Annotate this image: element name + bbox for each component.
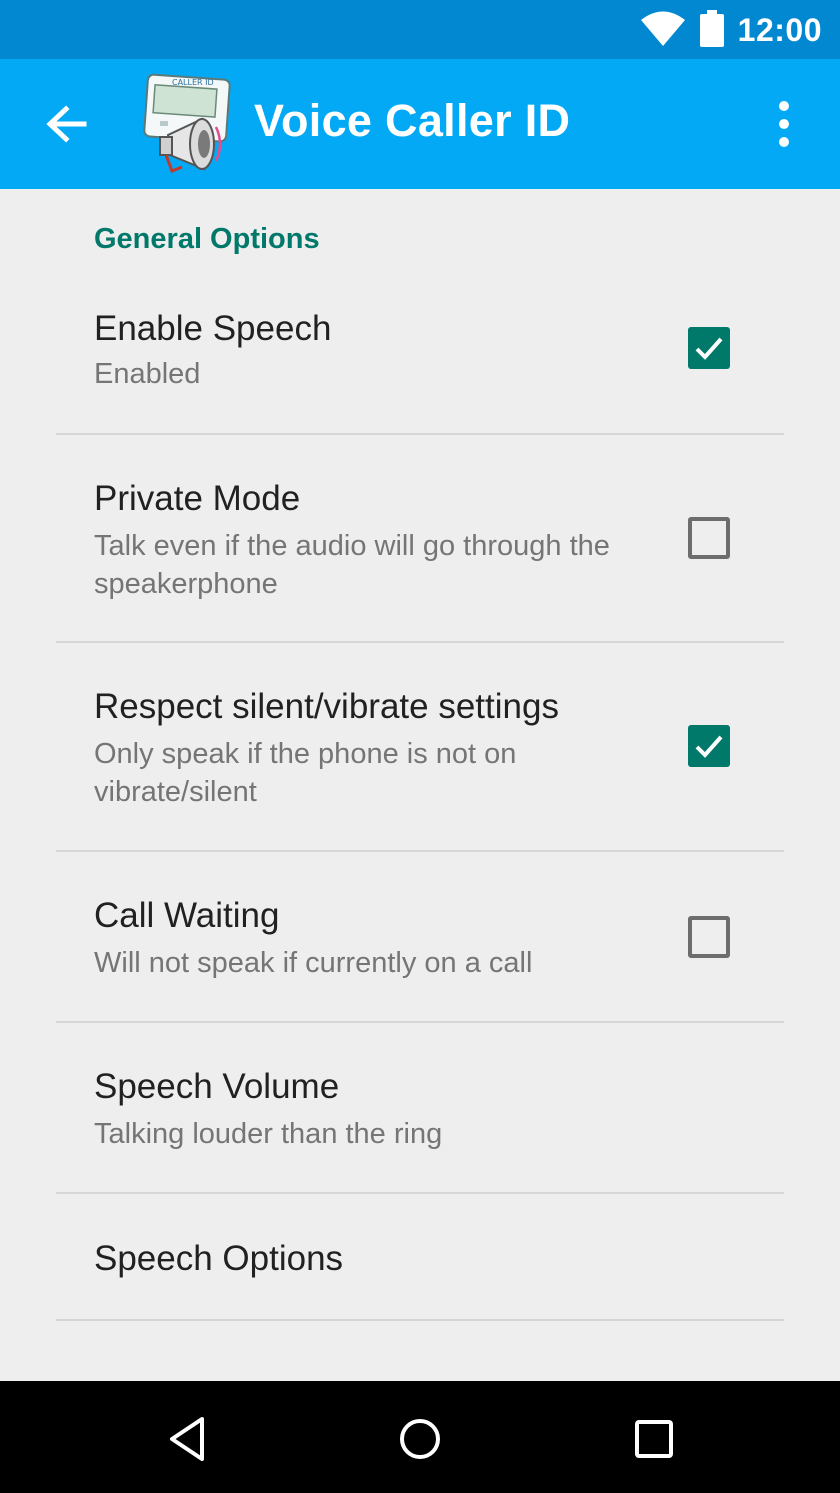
pref-summary: Talk even if the audio will go through t… (94, 530, 610, 600)
more-vert-icon[interactable] (760, 93, 808, 157)
section-header: General Options (94, 223, 320, 255)
pref-title: Enable Speech (94, 309, 332, 348)
recents-square-icon[interactable] (624, 1409, 684, 1469)
pref-title: Private Mode (94, 479, 301, 518)
pref-speech-volume[interactable]: Speech Volume Talking louder than the ri… (56, 1023, 784, 1194)
navigation-bar (0, 1381, 840, 1493)
pref-enable-speech[interactable]: Enable Speech Enabled (56, 273, 784, 435)
app-title: Voice Caller ID (254, 95, 571, 146)
pref-summary: Enabled (94, 358, 201, 390)
app-bar: CALLER ID Voice Caller ID (0, 59, 840, 189)
status-bar: 12:00 (0, 0, 840, 59)
enable-speech-checkbox[interactable] (688, 327, 730, 369)
pref-summary: Only speak if the phone is not on vibrat… (94, 738, 517, 808)
respect-silent-checkbox[interactable] (688, 725, 730, 767)
pref-call-waiting[interactable]: Call Waiting Will not speak if currently… (56, 852, 784, 1023)
home-circle-icon[interactable] (390, 1409, 450, 1469)
app-logo: CALLER ID (143, 73, 231, 173)
back-arrow-icon[interactable] (32, 89, 102, 159)
pref-title: Speech Options (94, 1239, 344, 1278)
pref-title: Respect silent/vibrate settings (94, 687, 559, 726)
pref-summary: Will not speak if currently on a call (94, 947, 533, 979)
back-triangle-icon[interactable] (158, 1409, 218, 1469)
svg-text:CALLER ID: CALLER ID (172, 78, 214, 87)
private-mode-checkbox[interactable] (688, 517, 730, 559)
check-icon (695, 337, 723, 360)
pref-summary: Talking louder than the ring (94, 1118, 443, 1150)
settings-list: General Options Enable Speech Enabled Pr… (0, 189, 840, 1381)
pref-respect-silent-vibrate[interactable]: Respect silent/vibrate settings Only spe… (56, 643, 784, 852)
status-time: 12:00 (737, 12, 822, 48)
call-waiting-checkbox[interactable] (688, 916, 730, 958)
check-icon (695, 735, 723, 758)
wifi-icon (641, 11, 685, 46)
pref-private-mode[interactable]: Private Mode Talk even if the audio will… (56, 435, 784, 643)
pref-speech-options[interactable]: Speech Options (56, 1194, 784, 1321)
battery-icon (700, 10, 724, 47)
pref-title: Speech Volume (94, 1067, 340, 1106)
pref-title: Call Waiting (94, 896, 280, 935)
